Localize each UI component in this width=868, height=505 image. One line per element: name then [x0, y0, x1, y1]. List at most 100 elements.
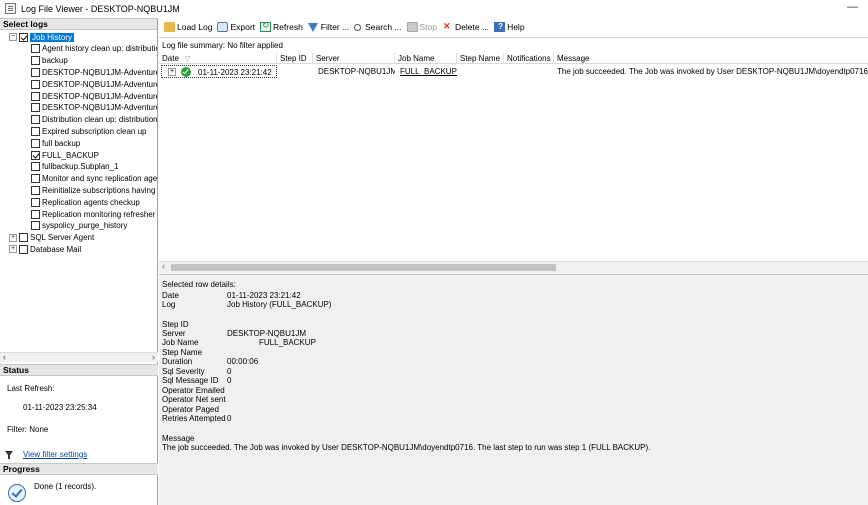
log-viewer-app-icon	[5, 3, 16, 14]
column-header-server[interactable]: Server	[313, 53, 395, 64]
tree-item-checkbox[interactable]	[31, 174, 40, 184]
tree-item[interactable]: fullbackup.Subplan_1	[31, 161, 119, 173]
toolbar: Load Log Export Refresh Filter ... Searc…	[159, 18, 868, 36]
tree-item[interactable]: Agent history clean up: distribution	[31, 43, 157, 55]
refresh-button[interactable]: Refresh	[260, 20, 303, 32]
tree-item-checkbox[interactable]	[31, 67, 40, 77]
table-row[interactable]: + 01-11-2023 23:21:42 DESKTOP-NQBU1JM FU…	[159, 65, 868, 78]
tree-item[interactable]: DESKTOP-NQBU1JM-AdventureWo	[31, 78, 157, 90]
scroll-right-arrow[interactable]: ›	[152, 352, 155, 362]
progress-header: Progress	[0, 463, 158, 475]
row-job-name: FULL_BACKUP	[400, 67, 457, 76]
tree-item-label: Expired subscription clean up	[42, 126, 147, 136]
tree-item-checkbox[interactable]	[19, 32, 28, 42]
grid-scroll-left-arrow[interactable]: ‹	[162, 261, 165, 271]
detail-job-name-label: Job Name	[162, 338, 199, 347]
tree-item[interactable]: + Database Mail	[9, 243, 81, 255]
tree-item-checkbox[interactable]	[31, 44, 40, 54]
stop-button[interactable]: Stop	[406, 22, 437, 32]
tree-item-label: syspolicy_purge_history	[42, 221, 128, 231]
scroll-left-arrow[interactable]: ‹	[3, 352, 6, 362]
filter-button[interactable]: Filter ...	[307, 22, 349, 32]
tree-item-label: DESKTOP-NQBU1JM-AdventureWo	[42, 91, 157, 101]
tree-item[interactable]: − Job History	[9, 31, 75, 43]
grid-header: Date ▽ Step ID Server Job Name Step Name …	[159, 53, 868, 64]
tree-item[interactable]: DESKTOP-NQBU1JM-AdventureWo	[31, 102, 157, 114]
tree-item[interactable]: backup	[31, 55, 68, 67]
tree-item[interactable]: full backup	[31, 137, 80, 149]
tree-item-checkbox[interactable]	[31, 56, 40, 66]
tree-item[interactable]: Expired subscription clean up	[31, 125, 147, 137]
tree-item[interactable]: DESKTOP-NQBU1JM-AdventureWo	[31, 66, 157, 78]
tree-item[interactable]: Distribution clean up: distribution	[31, 114, 157, 126]
tree-item-checkbox[interactable]	[31, 138, 40, 148]
tree-item-checkbox[interactable]	[31, 197, 40, 207]
detail-operator-emailed-label: Operator Emailed	[162, 386, 225, 395]
tree-item[interactable]: + SQL Server Agent	[9, 232, 94, 244]
row-date: 01-11-2023 23:21:42	[198, 68, 272, 77]
tree-item[interactable]: Replication monitoring refresher for d	[31, 208, 157, 220]
detail-server-label: Server	[162, 329, 186, 338]
row-date-cell[interactable]: + 01-11-2023 23:21:42	[161, 65, 277, 78]
folder-icon	[164, 22, 175, 32]
detail-log-value: Job History (FULL_BACKUP)	[227, 300, 332, 309]
tree-item[interactable]: Reinitialize subscriptions having data	[31, 184, 157, 196]
column-header-job-name[interactable]: Job Name	[395, 53, 457, 64]
tree-item-label: FULL_BACKUP	[42, 150, 99, 160]
tree-item-checkbox[interactable]	[31, 126, 40, 136]
status-header: Status	[0, 364, 158, 376]
collapse-icon[interactable]: −	[9, 33, 17, 41]
last-refresh-label: Last Refresh:	[7, 384, 55, 393]
minimize-button[interactable]: —	[847, 1, 858, 13]
tree-item[interactable]: Replication agents checkup	[31, 196, 140, 208]
delete-button[interactable]: Delete ...	[442, 21, 489, 32]
log-tree: − Job History Agent history clean up: dist…	[0, 30, 157, 346]
expand-row-icon[interactable]: +	[168, 68, 176, 76]
tree-item-checkbox[interactable]	[31, 221, 40, 231]
tree-item-checkbox[interactable]	[31, 185, 40, 195]
tree-item-label: fullbackup.Subplan_1	[42, 162, 119, 172]
tree-item[interactable]: syspolicy_purge_history	[31, 220, 127, 232]
tree-item[interactable]: Monitor and sync replication agent jo	[31, 173, 157, 185]
log-file-summary: Log file summary: No filter applied	[162, 41, 283, 50]
column-header-step-name[interactable]: Step Name	[457, 53, 504, 64]
column-header-date[interactable]: Date ▽	[159, 53, 277, 64]
detail-retries-value: 0	[227, 414, 232, 423]
progress-text: Done (1 records).	[34, 482, 97, 491]
load-log-button[interactable]: Load Log	[164, 22, 212, 32]
selected-row-details: Selected row details: Date 01-11-2023 23…	[159, 274, 868, 505]
tree-item-checkbox[interactable]	[31, 91, 40, 101]
tree-item-label: DESKTOP-NQBU1JM-AdventureWo	[42, 67, 157, 77]
column-header-step-id[interactable]: Step ID	[277, 53, 313, 64]
expand-icon[interactable]: +	[9, 233, 17, 242]
column-header-notifications[interactable]: Notifications	[504, 53, 554, 64]
tree-item-checkbox[interactable]	[19, 244, 28, 254]
tree-item-checkbox[interactable]	[31, 103, 40, 113]
left-horizontal-scrollbar[interactable]: ‹ ›	[0, 352, 158, 362]
column-header-message[interactable]: Message	[554, 53, 868, 64]
tree-item-checkbox[interactable]	[19, 233, 28, 243]
detail-sql-message-id-value: 0	[227, 376, 232, 385]
search-button[interactable]: Search ...	[354, 22, 402, 32]
help-button[interactable]: Help	[494, 22, 525, 32]
detail-sql-message-id-label: Sql Message ID	[162, 376, 219, 385]
export-button[interactable]: Export	[217, 22, 255, 32]
view-filter-settings-link[interactable]: View filter settings	[23, 450, 87, 459]
expand-icon[interactable]: +	[9, 245, 17, 254]
grid-horizontal-scrollbar[interactable]: ‹	[159, 261, 868, 273]
detail-step-name-label: Step Name	[162, 348, 203, 357]
sort-arrow-icon: ▽	[184, 56, 191, 63]
grid-scroll-thumb[interactable]	[171, 264, 556, 271]
tree-item-checkbox[interactable]	[31, 162, 40, 172]
detail-date-label: Date	[162, 291, 179, 300]
tree-item-checkbox[interactable]	[31, 79, 40, 89]
tree-item-checkbox[interactable]	[31, 150, 40, 160]
details-title: Selected row details:	[162, 280, 236, 289]
tree-item[interactable]: DESKTOP-NQBU1JM-AdventureWo	[31, 90, 157, 102]
tree-item-checkbox[interactable]	[31, 209, 40, 219]
tree-item[interactable]: FULL_BACKUP	[31, 149, 99, 161]
tree-item-label: Agent history clean up: distribution	[42, 44, 157, 54]
help-icon	[494, 22, 506, 32]
tree-item-label: Replication monitoring refresher for d	[42, 209, 157, 219]
tree-item-checkbox[interactable]	[31, 115, 40, 125]
